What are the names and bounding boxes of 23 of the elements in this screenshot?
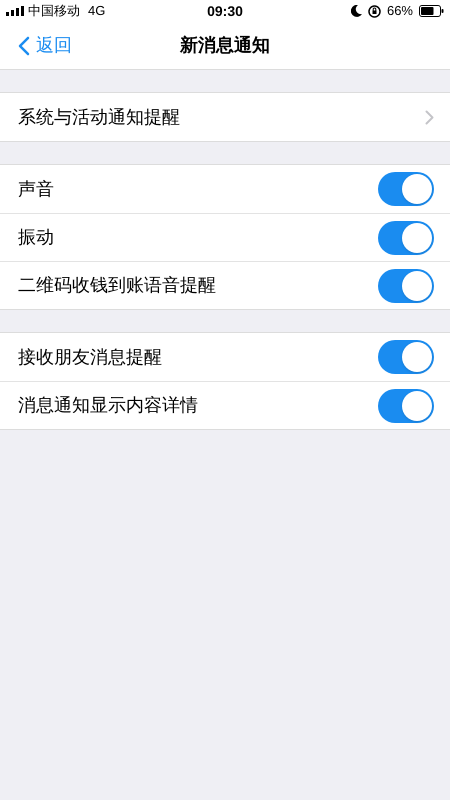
toggle-switch[interactable] bbox=[378, 220, 434, 254]
battery-icon bbox=[419, 5, 444, 17]
setting-label: 声音 bbox=[18, 178, 54, 200]
setting-label: 接收朋友消息提醒 bbox=[18, 346, 162, 368]
carrier-name: 中国移动 bbox=[28, 2, 80, 20]
toggle-switch[interactable] bbox=[378, 388, 434, 422]
setting-label: 系统与活动通知提醒 bbox=[18, 106, 180, 128]
toggle-switch[interactable] bbox=[378, 172, 434, 206]
toggle-switch[interactable] bbox=[378, 340, 434, 374]
rotation-lock-icon bbox=[368, 4, 381, 18]
page-title: 新消息通知 bbox=[180, 34, 270, 57]
status-time: 09:30 bbox=[207, 2, 243, 20]
setting-label: 二维码收钱到账语音提醒 bbox=[18, 274, 216, 297]
settings-row[interactable]: 系统与活动通知提醒 bbox=[0, 93, 450, 141]
setting-label: 振动 bbox=[18, 226, 54, 249]
battery-percent: 66% bbox=[386, 2, 413, 20]
chevron-right-icon bbox=[425, 110, 434, 124]
back-chevron-icon bbox=[18, 36, 30, 56]
setting-label: 消息通知显示内容详情 bbox=[18, 394, 198, 417]
toggle-switch[interactable] bbox=[378, 268, 434, 302]
moon-icon bbox=[350, 5, 362, 17]
signal-icon bbox=[6, 6, 24, 16]
network-type: 4G bbox=[88, 2, 106, 20]
